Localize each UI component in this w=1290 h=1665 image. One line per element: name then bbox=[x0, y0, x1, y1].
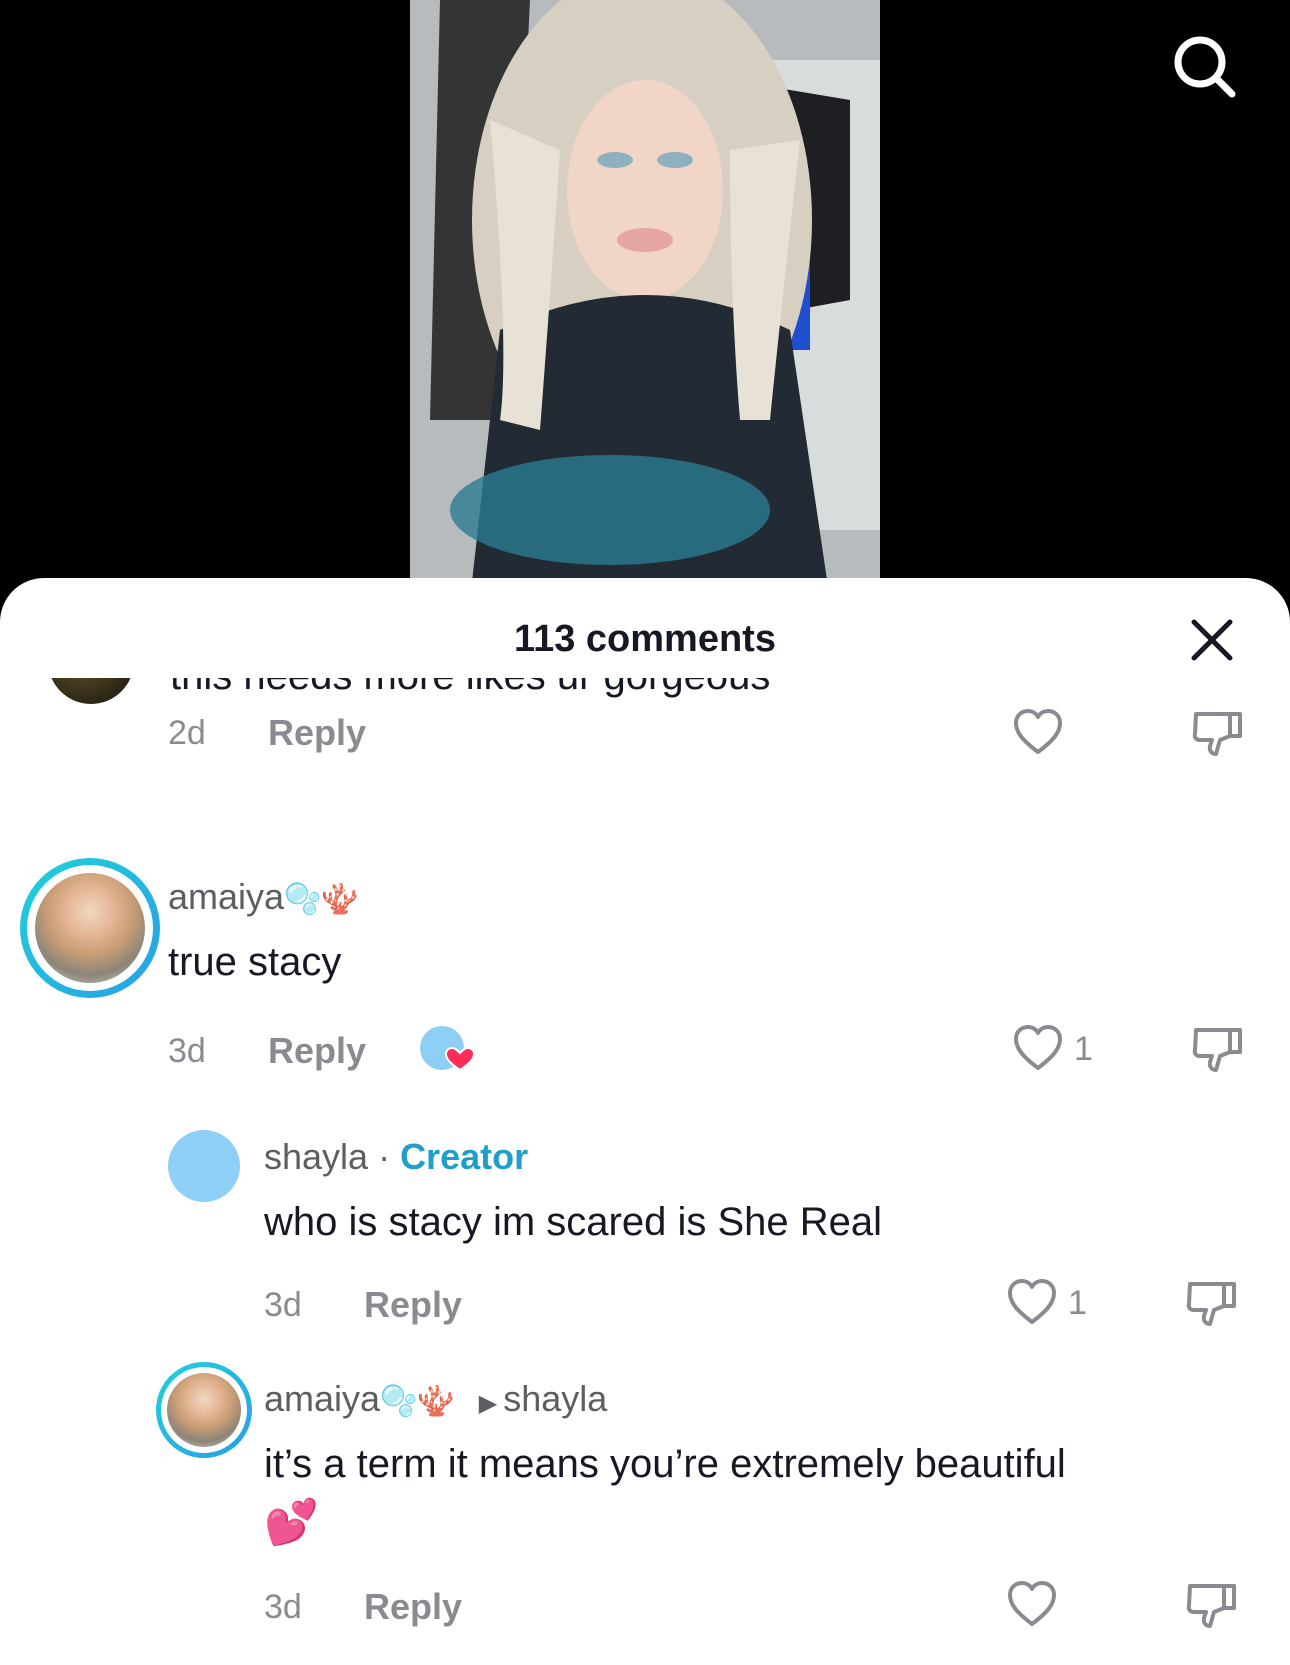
heart-icon[interactable] bbox=[1012, 1024, 1064, 1072]
like-count: 1 bbox=[1074, 1030, 1093, 1068]
avatar[interactable] bbox=[20, 858, 160, 998]
search-icon[interactable] bbox=[1172, 34, 1238, 100]
dislike-icon[interactable] bbox=[1184, 1278, 1240, 1330]
username-emoji: 🫧🪸 bbox=[284, 883, 359, 916]
comment-username[interactable]: amaiya🫧🪸 bbox=[168, 876, 359, 918]
like-count: 1 bbox=[1068, 1284, 1087, 1322]
reply-button[interactable]: Reply bbox=[268, 712, 366, 754]
heart-icon[interactable] bbox=[1006, 1278, 1058, 1326]
reply-button[interactable]: Reply bbox=[268, 1030, 366, 1072]
comment-username[interactable]: shayla · Creator bbox=[264, 1136, 528, 1178]
username-text: amaiya bbox=[264, 1378, 381, 1419]
video-player[interactable] bbox=[0, 0, 1290, 600]
comment-text: true stacy bbox=[168, 940, 342, 984]
comment-text: this needs more likes ur gorgeous bbox=[170, 678, 770, 699]
username-separator: · bbox=[368, 1136, 401, 1177]
video-thumbnail bbox=[410, 0, 880, 600]
comment-text: who is stacy im scared is She Real bbox=[264, 1200, 883, 1244]
video-image bbox=[410, 0, 880, 600]
avatar-photo bbox=[35, 873, 145, 983]
comment-time: 2d bbox=[168, 714, 206, 752]
avatar[interactable] bbox=[156, 1362, 252, 1458]
comment-time: 3d bbox=[264, 1286, 302, 1324]
comment-emoji: 💕 bbox=[264, 1498, 319, 1547]
reply-arrow-icon: ▶ bbox=[478, 1390, 498, 1417]
reply-button[interactable]: Reply bbox=[364, 1586, 462, 1628]
liked-by-creator-badge bbox=[420, 1026, 474, 1072]
heart-icon[interactable] bbox=[1006, 1580, 1058, 1628]
comments-sheet: 113 comments this needs more likes ur go… bbox=[0, 578, 1290, 1665]
avatar-photo bbox=[167, 1373, 241, 1447]
comments-title: 113 comments bbox=[514, 618, 776, 660]
username-text: shayla bbox=[264, 1136, 369, 1177]
creator-badge: Creator bbox=[400, 1136, 529, 1177]
comments-list[interactable]: this needs more likes ur gorgeous 2d Rep… bbox=[0, 678, 1290, 1665]
dislike-icon[interactable] bbox=[1190, 708, 1246, 760]
comment-time: 3d bbox=[264, 1588, 302, 1626]
heart-icon[interactable] bbox=[1012, 708, 1064, 756]
dislike-icon[interactable] bbox=[1184, 1580, 1240, 1632]
username-emoji: 🫧🪸 bbox=[380, 1385, 455, 1418]
avatar[interactable] bbox=[48, 678, 134, 704]
dislike-icon[interactable] bbox=[1190, 1024, 1246, 1076]
close-icon[interactable] bbox=[1188, 616, 1236, 664]
comment-text: it’s a term it means you’re extremely be… bbox=[264, 1442, 1066, 1486]
reply-button[interactable]: Reply bbox=[364, 1284, 462, 1326]
avatar[interactable] bbox=[168, 1130, 240, 1202]
comment-username[interactable]: amaiya🫧🪸 ▶ shayla bbox=[264, 1378, 607, 1420]
comment-time: 3d bbox=[168, 1032, 206, 1070]
username-text: amaiya bbox=[168, 876, 285, 917]
reply-to-username[interactable]: shayla bbox=[503, 1378, 607, 1419]
